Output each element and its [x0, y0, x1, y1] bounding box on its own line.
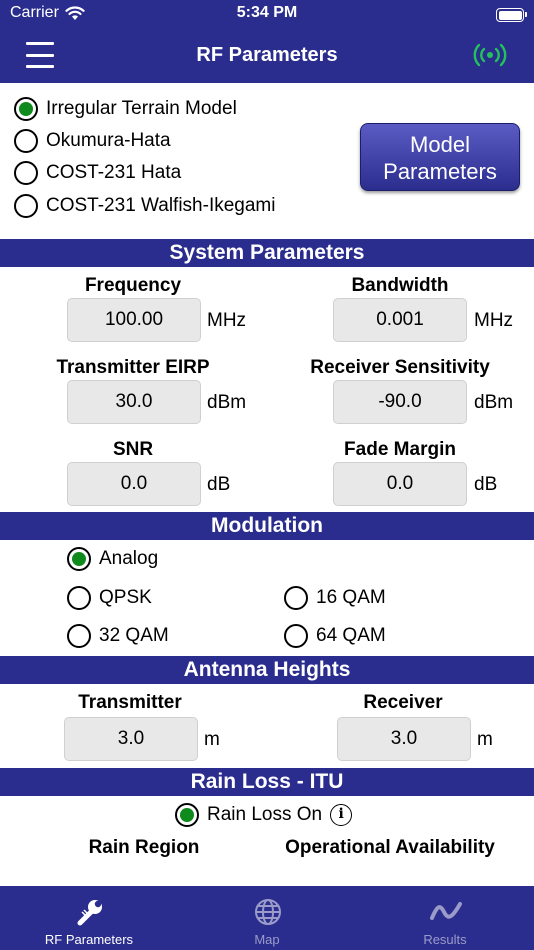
sensitivity-unit: dBm — [474, 392, 514, 413]
tab-label: Results — [423, 932, 467, 947]
radio-unselected[interactable] — [284, 624, 308, 648]
tab-label: RF Parameters — [44, 932, 134, 947]
eirp-unit: dBm — [207, 392, 247, 413]
rx-height-input[interactable]: 3.0 — [337, 717, 471, 761]
modulation-label: QPSK — [99, 587, 152, 608]
rain-region-label: Rain Region — [88, 837, 200, 858]
model-option-label: Okumura-Hata — [46, 130, 171, 151]
radio-unselected[interactable] — [14, 129, 38, 153]
frequency-input[interactable]: 100.00 — [67, 298, 201, 342]
radio-unselected[interactable] — [67, 624, 91, 648]
modulation-64qam[interactable]: 64 QAM — [284, 624, 386, 648]
tab-map[interactable]: Map — [178, 886, 356, 950]
snr-input[interactable]: 0.0 — [67, 462, 201, 506]
fade-margin-unit: dB — [474, 474, 498, 495]
radio-selected[interactable] — [175, 803, 199, 827]
section-header-antenna: Antenna Heights — [0, 656, 534, 684]
status-time: 5:34 PM — [236, 4, 298, 21]
modulation-label: 64 QAM — [316, 625, 386, 646]
rain-loss-toggle[interactable]: Rain Loss On i — [175, 803, 353, 827]
battery-icon — [496, 8, 527, 22]
modulation-32qam[interactable]: 32 QAM — [67, 624, 169, 648]
eirp-input[interactable]: 30.0 — [67, 380, 201, 424]
tab-rf-parameters[interactable]: RF Parameters — [0, 886, 178, 950]
bandwidth-unit: MHz — [474, 310, 514, 331]
tab-bar: RF Parameters Map Results — [0, 886, 534, 950]
radio-unselected[interactable] — [67, 586, 91, 610]
radio-unselected[interactable] — [14, 161, 38, 185]
nav-bar: RF Parameters — [0, 30, 534, 83]
rx-height-label: Receiver — [363, 692, 443, 713]
waveform-icon — [430, 902, 462, 920]
tab-results[interactable]: Results — [356, 886, 534, 950]
sensitivity-input[interactable]: -90.0 — [333, 380, 467, 424]
tx-height-unit: m — [204, 729, 220, 750]
modulation-analog[interactable]: Analog — [67, 547, 158, 571]
model-parameters-line1: Model — [410, 132, 470, 157]
model-option-cost231-walfish[interactable]: COST-231 Walfish-Ikegami — [14, 194, 275, 218]
radio-selected[interactable] — [67, 547, 91, 571]
wrench-icon — [77, 900, 102, 926]
frequency-unit: MHz — [207, 310, 247, 331]
model-option-label: COST-231 Walfish-Ikegami — [46, 195, 276, 216]
section-header-system: System Parameters — [0, 239, 534, 267]
frequency-label: Frequency — [84, 275, 182, 296]
sensitivity-label: Receiver Sensitivity — [310, 357, 490, 378]
modulation-label: 16 QAM — [316, 587, 386, 608]
status-bar: Carrier 5:34 PM — [0, 0, 534, 30]
model-option-label: Irregular Terrain Model — [46, 98, 237, 119]
eirp-label: Transmitter EIRP — [56, 357, 210, 378]
snr-unit: dB — [207, 474, 231, 495]
section-header-rain: Rain Loss - ITU — [0, 768, 534, 796]
radio-unselected[interactable] — [284, 586, 308, 610]
bandwidth-label: Bandwidth — [351, 275, 449, 296]
model-option-label: COST-231 Hata — [46, 162, 182, 183]
model-option-okumura-hata[interactable]: Okumura-Hata — [14, 129, 171, 153]
model-parameters-line2: Parameters — [383, 159, 497, 184]
broadcast-signal-icon[interactable] — [470, 40, 510, 70]
operational-availability-label: Operational Availability — [285, 837, 495, 858]
rain-loss-label: Rain Loss On — [207, 804, 323, 825]
tx-height-input[interactable]: 3.0 — [64, 717, 198, 761]
rx-height-unit: m — [477, 729, 493, 750]
fade-margin-input[interactable]: 0.0 — [333, 462, 467, 506]
modulation-qpsk[interactable]: QPSK — [67, 586, 152, 610]
modulation-16qam[interactable]: 16 QAM — [284, 586, 386, 610]
radio-selected[interactable] — [14, 97, 38, 121]
section-header-modulation: Modulation — [0, 512, 534, 540]
model-parameters-button[interactable]: Model Parameters — [360, 123, 520, 191]
fade-margin-label: Fade Margin — [344, 439, 456, 460]
tx-height-label: Transmitter — [78, 692, 182, 713]
model-option-itm[interactable]: Irregular Terrain Model — [14, 97, 237, 121]
snr-label: SNR — [112, 439, 154, 460]
radio-unselected[interactable] — [14, 194, 38, 218]
globe-icon — [255, 899, 281, 925]
modulation-label: 32 QAM — [99, 625, 169, 646]
tab-label: Map — [254, 932, 280, 947]
page-title: RF Parameters — [196, 44, 338, 66]
info-icon[interactable]: i — [330, 804, 353, 826]
bandwidth-input[interactable]: 0.001 — [333, 298, 467, 342]
model-option-cost231-hata[interactable]: COST-231 Hata — [14, 161, 181, 185]
modulation-label: Analog — [99, 548, 159, 569]
